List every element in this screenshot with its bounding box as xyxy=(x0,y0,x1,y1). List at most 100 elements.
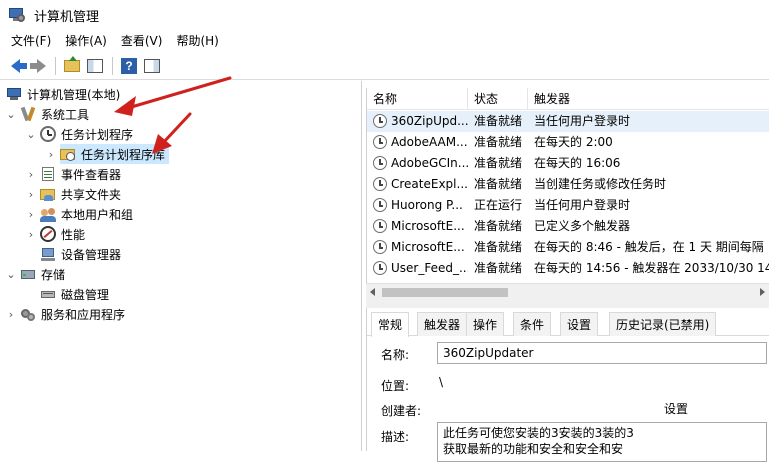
forward-arrow-icon xyxy=(29,58,46,73)
tree-label: 设备管理器 xyxy=(61,247,122,262)
task-clock-icon xyxy=(373,198,387,212)
scrollbar-thumb[interactable] xyxy=(382,288,508,297)
chevron-down-icon[interactable]: ⌄ xyxy=(6,268,16,281)
back-button[interactable] xyxy=(4,55,27,77)
services-icon xyxy=(20,306,36,322)
tab-history[interactable]: 历史记录(已禁用) xyxy=(609,312,717,336)
tree-item-task-library[interactable]: › 任务计划程序库 xyxy=(46,144,170,164)
properties-tabs: 常规 触发器 操作 条件 设置 历史记录(已禁用) xyxy=(367,312,769,337)
tree-item-task-scheduler[interactable]: ⌄ 任务计划程序 xyxy=(26,124,133,144)
chevron-right-icon[interactable]: › xyxy=(26,188,36,201)
table-row[interactable]: MicrosoftE... 准备就绪 在每天的 8:46 - 触发后，在 1 天 期… xyxy=(367,237,769,258)
table-row[interactable]: AdobeAAM... 准备就绪 在每天的 2:00 xyxy=(367,132,769,153)
task-clock-icon xyxy=(373,219,387,233)
tree-label: 任务计划程序 xyxy=(61,127,134,142)
task-trigger-cell: 当任何用户登录时 xyxy=(534,114,631,128)
tab-actions[interactable]: 操作 xyxy=(466,312,505,336)
tree-item-root[interactable]: 计算机管理(本地) xyxy=(6,84,120,104)
pane-splitter[interactable] xyxy=(366,300,769,308)
menu-bar: 文件(F) 操作(A) 查看(V) 帮助(H) xyxy=(0,30,769,52)
tree-item-local-users[interactable]: › 本地用户和组 xyxy=(26,204,133,224)
column-header-name[interactable]: 名称 xyxy=(367,88,468,110)
tree-label: 磁盘管理 xyxy=(61,287,110,302)
tree-item-shared-folders[interactable]: › 共享文件夹 xyxy=(26,184,121,204)
description-field[interactable]: 此任务可使您安装的3安装的3装的3 获取最新的功能和安全和安全和安 xyxy=(437,422,767,462)
table-row[interactable]: MicrosoftE... 准备就绪 已定义多个触发器 xyxy=(367,216,769,237)
task-status-cell: 准备就绪 xyxy=(474,156,523,170)
task-trigger-cell: 在每天的 2:00 xyxy=(534,135,613,149)
computer-icon xyxy=(6,86,22,102)
task-list-header: 名称 状态 触发器 xyxy=(367,88,769,110)
chevron-down-icon[interactable]: ⌄ xyxy=(26,128,36,141)
task-folder-icon xyxy=(60,146,76,162)
location-label: 位置: xyxy=(381,379,410,393)
chevron-down-icon[interactable]: ⌄ xyxy=(6,108,16,121)
task-name-cell: User_Feed_... xyxy=(391,261,468,275)
description-line: 此任务可使您安装的3安装的3装的3 xyxy=(443,426,634,440)
task-status-cell: 准备就绪 xyxy=(474,261,523,275)
task-status-cell: 准备就绪 xyxy=(474,177,523,191)
task-name-field[interactable]: 360ZipUpdater xyxy=(437,342,767,364)
tree-label: 事件查看器 xyxy=(61,167,122,182)
show-action-pane-button[interactable] xyxy=(141,55,163,77)
tab-conditions[interactable]: 条件 xyxy=(513,312,552,336)
tree-item-device-manager[interactable]: 设备管理器 xyxy=(26,244,121,264)
tree-item-disk-management[interactable]: 磁盘管理 xyxy=(26,284,109,304)
tree-item-performance[interactable]: › 性能 xyxy=(26,224,85,244)
task-clock-icon xyxy=(373,177,387,191)
scroll-left-icon[interactable] xyxy=(370,288,375,296)
chevron-right-icon[interactable]: › xyxy=(26,228,36,241)
tree-selection[interactable]: 任务计划程序库 xyxy=(60,144,170,164)
task-trigger-cell: 在每天的 14:56 - 触发器在 2033/10/30 14 xyxy=(534,261,769,275)
forward-button[interactable] xyxy=(27,55,49,77)
chevron-right-icon[interactable]: › xyxy=(46,148,56,161)
storage-icon xyxy=(20,266,36,282)
tree-item-services[interactable]: › 服务和应用程序 xyxy=(6,304,125,324)
horizontal-scrollbar[interactable] xyxy=(366,283,769,300)
name-label: 名称: xyxy=(381,348,410,362)
performance-icon xyxy=(40,226,56,242)
task-name-cell: AdobeAAM... xyxy=(391,135,468,149)
chevron-right-icon[interactable]: › xyxy=(26,168,36,181)
chevron-right-icon[interactable]: › xyxy=(6,308,16,321)
help-button[interactable]: ? xyxy=(118,55,140,77)
show-console-tree-button[interactable] xyxy=(84,55,106,77)
task-name-cell: Huorong P... xyxy=(391,198,463,212)
menu-action[interactable]: 操作(A) xyxy=(58,30,114,52)
menu-help[interactable]: 帮助(H) xyxy=(169,30,225,52)
tools-icon xyxy=(20,106,36,122)
menu-view[interactable]: 查看(V) xyxy=(114,30,170,52)
task-trigger-cell: 已定义多个触发器 xyxy=(534,219,631,233)
task-clock-icon xyxy=(373,156,387,170)
tree-label: 存储 xyxy=(41,267,66,282)
tab-triggers[interactable]: 触发器 xyxy=(417,312,468,336)
tab-settings[interactable]: 设置 xyxy=(560,312,599,336)
task-name-cell: MicrosoftE... xyxy=(391,219,465,233)
table-row[interactable]: User_Feed_... 准备就绪 在每天的 14:56 - 触发器在 2033/… xyxy=(367,258,769,279)
chevron-right-icon[interactable]: › xyxy=(26,208,36,221)
task-status-cell: 准备就绪 xyxy=(474,219,523,233)
toolbar-separator xyxy=(112,56,113,75)
task-status-cell: 准备就绪 xyxy=(474,240,523,254)
tree-label: 服务和应用程序 xyxy=(41,307,126,322)
task-name-cell: AdobeGCIn... xyxy=(391,156,468,170)
tree-item-storage[interactable]: ⌄ 存储 xyxy=(6,264,65,284)
table-row[interactable]: Huorong P... 正在运行 当任何用户登录时 xyxy=(367,195,769,216)
column-header-status[interactable]: 状态 xyxy=(468,88,528,110)
table-row[interactable]: AdobeGCIn... 准备就绪 在每天的 16:06 xyxy=(367,153,769,174)
tree-label: 共享文件夹 xyxy=(61,187,122,202)
settings-text[interactable]: 设置 xyxy=(664,400,688,417)
tree-item-system-tools[interactable]: ⌄ 系统工具 xyxy=(6,104,89,124)
tree-item-event-viewer[interactable]: › 事件查看器 xyxy=(26,164,121,184)
tab-general[interactable]: 常规 xyxy=(371,312,410,337)
table-row[interactable]: CreateExpl... 准备就绪 当创建任务或修改任务时 xyxy=(367,174,769,195)
up-button[interactable] xyxy=(61,55,83,77)
title-bar: 计算机管理 xyxy=(0,0,769,30)
task-trigger-cell: 当任何用户登录时 xyxy=(534,198,631,212)
menu-file[interactable]: 文件(F) xyxy=(4,30,58,52)
column-header-trigger[interactable]: 触发器 xyxy=(528,88,769,110)
help-icon: ? xyxy=(121,57,137,74)
scroll-right-icon[interactable] xyxy=(760,288,765,296)
task-trigger-cell: 在每天的 16:06 xyxy=(534,156,621,170)
table-row[interactable]: 360ZipUpd... 准备就绪 当任何用户登录时 xyxy=(367,111,769,132)
